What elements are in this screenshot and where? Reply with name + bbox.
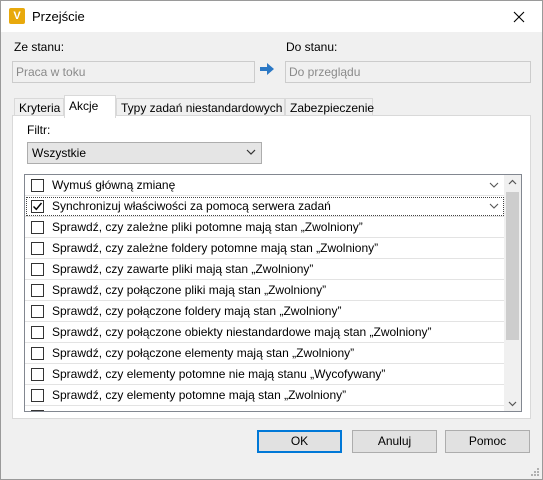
action-checkbox[interactable] (31, 388, 44, 402)
action-checkbox[interactable] (31, 241, 44, 255)
checkmark-icon (33, 202, 43, 210)
chevron-down-icon[interactable] (489, 201, 499, 211)
action-label: Sprawdź, czy zależne foldery potomne maj… (52, 241, 379, 255)
action-label: Wymuś główną zmianę (52, 178, 176, 192)
action-label: Sprawdź, czy zależne pliki potomne mają … (52, 220, 363, 234)
tab-akcje[interactable]: Akcje (64, 95, 116, 118)
action-row[interactable]: Sprawdź, czy zależne pliki potomne mają … (25, 217, 505, 238)
close-button[interactable] (496, 1, 542, 32)
from-state-field: Praca w toku (12, 61, 255, 83)
action-label: Synchronizuj właściwości za pomocą serwe… (52, 199, 331, 213)
scroll-up-icon[interactable] (508, 179, 517, 185)
action-label: Sprawdź, czy połączone elementy mają sta… (52, 346, 355, 360)
action-row[interactable]: Sprawdź, czy elementy potomne nie mają s… (25, 364, 505, 385)
window-title: Przejście (32, 9, 85, 24)
action-checkbox[interactable] (31, 262, 44, 276)
action-checkbox[interactable] (31, 283, 44, 297)
to-state-label: Do stanu: (286, 40, 338, 54)
action-checkbox[interactable] (31, 304, 44, 318)
ok-button[interactable]: OK (257, 430, 342, 453)
title-bar[interactable]: V Przejście (1, 1, 542, 32)
chevron-down-icon (246, 149, 256, 155)
action-checkbox[interactable] (31, 220, 44, 234)
app-logo-icon: V (9, 8, 25, 24)
filter-label: Filtr: (27, 123, 51, 137)
vertical-scrollbar[interactable] (504, 175, 521, 411)
action-row[interactable]: Sprawdź, czy połączone foldery mają stan… (25, 301, 505, 322)
transition-dialog: V Przejście Ze stanu: Praca w toku Do st… (0, 0, 543, 480)
action-label: Sprawdź, czy elementy potomne nie mają s… (52, 367, 386, 381)
action-row[interactable]: Sprawdź, czy połączone obiekty niestanda… (25, 322, 505, 343)
action-row[interactable]: Sprawdź, czy zawarte pliki mają stan „Zw… (25, 259, 505, 280)
action-checkbox[interactable] (31, 178, 44, 192)
action-label: Sprawdź, czy połączone obiekty niestanda… (52, 325, 432, 339)
scroll-down-icon[interactable] (508, 401, 517, 407)
action-row[interactable]: Wymuś główną zmianę (25, 175, 505, 196)
close-icon (513, 11, 525, 22)
action-checkbox[interactable] (31, 346, 44, 360)
action-row[interactable]: Sprawdź, czy zależne foldery potomne maj… (25, 238, 505, 259)
chevron-down-icon[interactable] (489, 180, 499, 190)
action-checkbox-checked[interactable] (31, 199, 44, 213)
action-checkbox[interactable] (31, 409, 44, 411)
to-state-field: Do przeglądu (285, 61, 531, 83)
resize-grip-icon[interactable] (530, 467, 540, 477)
action-checkbox[interactable] (31, 367, 44, 381)
action-label: Sprawdź, czy połączone pliki mają stan „… (52, 283, 327, 297)
action-checkbox[interactable] (31, 325, 44, 339)
action-row-selected[interactable]: Synchronizuj właściwości za pomocą serwe… (25, 196, 505, 217)
cancel-button[interactable]: Anuluj (352, 430, 437, 453)
scrollbar-thumb[interactable] (506, 192, 519, 340)
filter-dropdown[interactable]: Wszystkie (27, 142, 262, 164)
action-row[interactable]: Sprawdź, czy połączone pliki mają stan „… (25, 280, 505, 301)
from-state-label: Ze stanu: (14, 40, 65, 54)
action-row[interactable] (25, 406, 505, 411)
action-label: Sprawdź, czy połączone foldery mają stan… (52, 304, 342, 318)
actions-panel: Filtr: Wszystkie Wymuś główną zmianę Syn… (12, 115, 531, 419)
action-label: Sprawdź, czy zawarte pliki mają stan „Zw… (52, 262, 314, 276)
filter-selected-value: Wszystkie (32, 146, 86, 160)
arrow-right-icon (260, 63, 274, 75)
action-row[interactable]: Sprawdź, czy elementy potomne mają stan … (25, 385, 505, 406)
help-button[interactable]: Pomoc (445, 430, 530, 453)
actions-list[interactable]: Wymuś główną zmianę Synchronizuj właściw… (24, 174, 522, 412)
action-label: Sprawdź, czy elementy potomne mają stan … (52, 388, 347, 402)
action-row[interactable]: Sprawdź, czy połączone elementy mają sta… (25, 343, 505, 364)
